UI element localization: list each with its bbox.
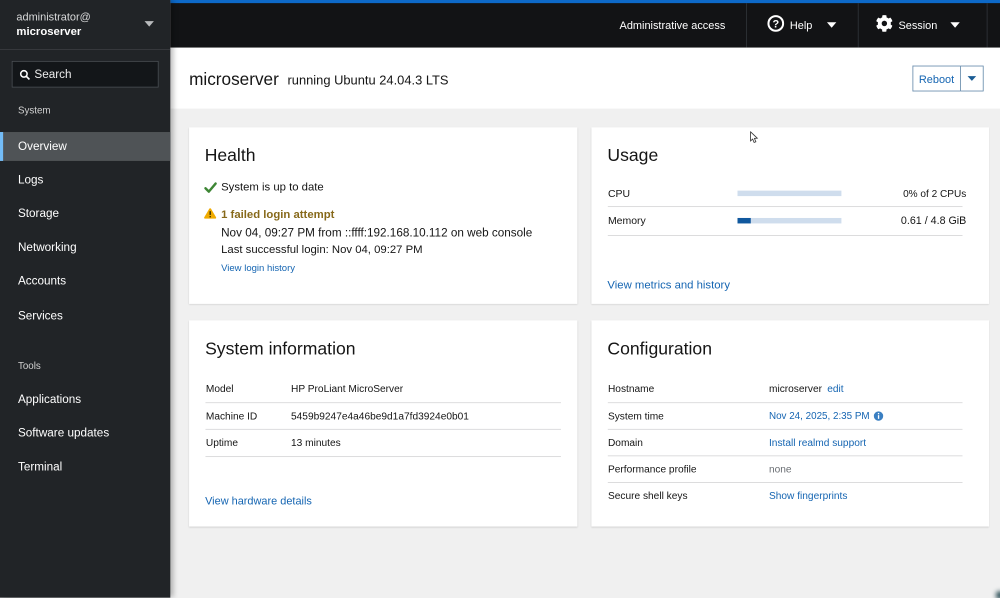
svg-text:?: ? — [772, 18, 779, 30]
